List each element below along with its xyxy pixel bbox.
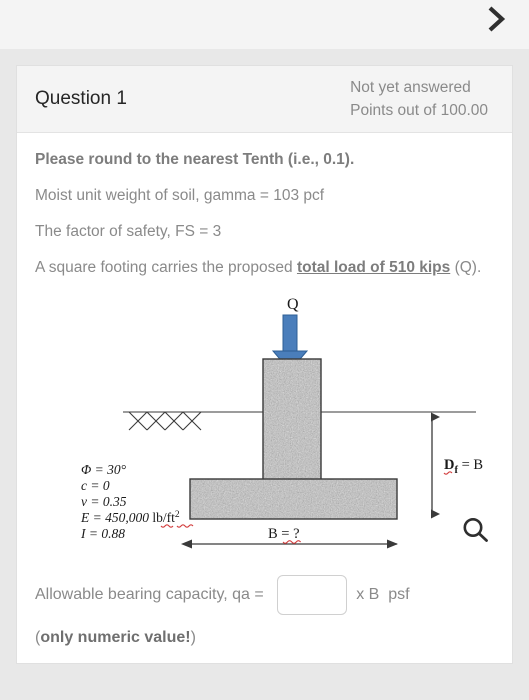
soil-param-c: c = 0 xyxy=(81,478,110,493)
question-text: Please round to the nearest Tenth (i.e.,… xyxy=(35,145,494,283)
load-statement-prefix: A square footing carries the proposed xyxy=(35,259,297,276)
ground-hatch-symbol xyxy=(128,411,202,431)
top-navigation-bar xyxy=(0,0,529,49)
load-statement-suffix: (Q). xyxy=(450,259,482,276)
answer-label: Allowable bearing capacity, qa = xyxy=(35,586,269,603)
soil-param-I: I = 0.88 xyxy=(80,526,125,541)
question-number: Question 1 xyxy=(35,88,127,109)
question-header: Question 1 Not yet answered Points out o… xyxy=(17,66,512,133)
chevron-right-icon xyxy=(488,6,506,32)
svg-text:Df = B: Df = B xyxy=(444,457,483,476)
soil-parameter-list: Φ = 30° c = 0 ν = 0.35 E = 450,000 lb/ft… xyxy=(80,462,194,541)
soil-param-nu: ν = 0.35 xyxy=(81,494,127,509)
soil-param-phi: Φ = 30° xyxy=(81,462,127,477)
soil-param-E-units: lb/ft xyxy=(152,510,175,525)
next-question-button[interactable] xyxy=(479,2,513,36)
zoom-image-button[interactable] xyxy=(459,514,493,548)
load-statement-emphasis: total load of 510 kips xyxy=(296,259,451,276)
answer-input[interactable] xyxy=(277,575,348,615)
question-card: Question 1 Not yet answered Points out o… xyxy=(16,65,513,664)
answer-note-bold: only numeric value! xyxy=(40,629,191,646)
answer-note: (only numeric value!) xyxy=(35,629,494,647)
answer-row: Allowable bearing capacity, qa = x B psf xyxy=(35,575,494,615)
answer-note-suffix: ) xyxy=(190,629,196,646)
answer-unit: x B psf xyxy=(356,586,410,603)
load-label-Q: Q xyxy=(287,296,299,313)
soil-param-E-units-exponent: 2 xyxy=(175,510,180,520)
width-label-text: B = ? xyxy=(268,526,300,542)
question-status-points: Points out of 100.00 xyxy=(350,102,488,119)
footing-base-pad xyxy=(189,478,398,520)
question-text-load-statement: A square footing carries the proposed to… xyxy=(35,253,494,283)
question-text-factor-of-safety: The factor of safety, FS = 3 xyxy=(35,223,222,240)
search-icon xyxy=(463,518,488,542)
footing-diagram-svg: Q Df = B B = ? Φ = 30° c = 0 ν = 0.35 E … xyxy=(80,296,483,549)
depth-label-main: D xyxy=(444,457,454,473)
footing-column xyxy=(262,358,322,482)
question-text-rounding-instruction: Please round to the nearest Tenth (i.e.,… xyxy=(35,151,355,168)
footing-diagram-figure: Q Df = B B = ? Φ = 30° c = 0 ν = 0.35 E … xyxy=(35,289,496,569)
question-body: Please round to the nearest Tenth (i.e.,… xyxy=(17,133,512,663)
question-status-answered: Not yet answered xyxy=(350,79,471,96)
depth-label-Df: Df = B xyxy=(443,457,483,476)
question-text-unit-weight: Moist unit weight of soil, gamma = 103 p… xyxy=(35,187,325,204)
soil-param-E-value: E = 450,000 xyxy=(80,510,152,525)
soil-param-E: E = 450,000 lb/ft2 xyxy=(80,510,180,525)
depth-label-rest: = B xyxy=(458,457,483,473)
width-label-B: B = ? xyxy=(268,526,302,544)
question-status: Not yet answered Points out of 100.00 xyxy=(350,76,494,122)
